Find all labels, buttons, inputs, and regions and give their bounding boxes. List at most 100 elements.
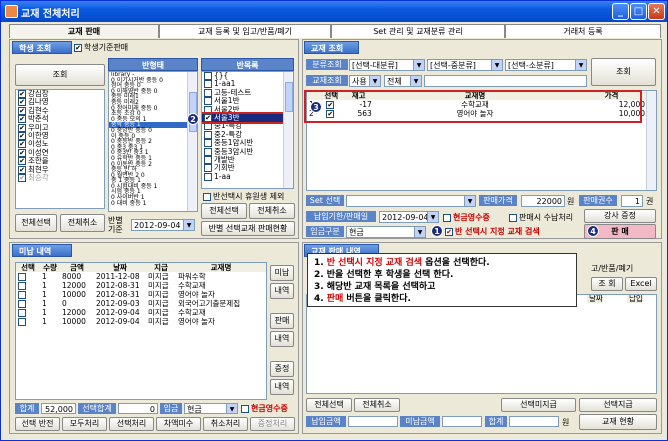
student-all-select-button[interactable]: 전체선택 [15, 214, 57, 232]
unpaid-checkbox[interactable] [18, 309, 26, 317]
class-checkbox[interactable]: ✔ [204, 113, 212, 122]
student-checkbox[interactable]: ✔ [18, 157, 26, 166]
class-checkbox[interactable] [204, 164, 212, 173]
student-base-checkbox[interactable]: ✔ [74, 43, 82, 52]
student-checkbox[interactable]: ✔ [18, 123, 26, 132]
lecturer-gift-button[interactable]: 강사 증정 [584, 209, 656, 223]
student-all-cancel-button[interactable]: 전체취소 [60, 214, 105, 232]
rest-exclude-option[interactable]: 반선택시 휴원생 제외 [203, 191, 284, 202]
tab-material-register[interactable]: 교재 등록 및 입고/반품/폐기 [159, 24, 331, 38]
auto-material-option[interactable]: ✔ 반 선택시 지정 교재 검색 [445, 226, 540, 237]
side-history-button[interactable]: 증정 [270, 361, 294, 377]
cash-receipt-option[interactable]: 현금영수증 [443, 212, 490, 223]
class-checkbox[interactable] [204, 88, 212, 97]
set-select[interactable]: ▼ [346, 195, 476, 207]
side-history-button[interactable]: 판매 [270, 313, 294, 329]
material-scrollbar[interactable] [646, 91, 656, 190]
select-cell[interactable] [16, 281, 40, 290]
unpaid-checkbox[interactable] [18, 318, 26, 326]
unpaid-row[interactable]: 1 12000 2012-09-04 미지급 수학교재 [16, 308, 266, 317]
selected-unpaid-button[interactable]: 선택미지급 [501, 398, 576, 412]
close-button[interactable]: ✕ [648, 3, 665, 20]
unpaid-action-button[interactable]: 취소처리 [203, 417, 248, 431]
student-checkbox[interactable]: ✔ [18, 98, 26, 107]
class-checkbox[interactable] [204, 105, 212, 114]
excel-button[interactable]: Excel [625, 277, 657, 291]
student-search-button[interactable]: 조회 [15, 64, 105, 86]
material-search-button[interactable]: 조회 [591, 58, 656, 86]
student-checkbox[interactable]: ✔ [18, 106, 26, 115]
selected-pay-button[interactable]: 선택지급 [579, 398, 657, 412]
unpaid-action-button[interactable]: 모두처리 [62, 417, 107, 431]
class-form-scrollbar[interactable] [187, 72, 197, 211]
unpaid-checkbox[interactable] [18, 282, 26, 290]
class-list-item[interactable]: 1-aa [202, 172, 293, 181]
class-checkbox[interactable] [204, 97, 212, 106]
student-checkbox[interactable]: ✔ [18, 131, 26, 140]
pay-type-select[interactable]: 현금 ▼ [346, 226, 426, 238]
history-all-cancel-button[interactable]: 전체취소 [354, 398, 400, 412]
maximize-button[interactable]: □ [630, 3, 647, 20]
category-small-select[interactable]: [선택-소분류] ▼ [505, 59, 587, 71]
scope-select[interactable]: 전체 ▼ [384, 75, 422, 87]
unpaid-action-button[interactable]: 증정처리 [250, 417, 295, 431]
class-checkbox[interactable] [204, 139, 212, 148]
class-form-item[interactable]: 0 대비 중등 1 [109, 200, 197, 207]
side-history-button[interactable]: 내역 [270, 379, 294, 395]
class-checkbox[interactable] [204, 155, 212, 164]
class-checkbox[interactable] [204, 80, 212, 89]
cash-receipt-checkbox[interactable] [443, 213, 451, 222]
class-checkbox[interactable] [204, 72, 212, 80]
tab-material-sale[interactable]: 교재 판매 [9, 24, 159, 38]
select-cell[interactable] [16, 308, 40, 317]
select-cell[interactable] [16, 290, 40, 299]
unpaid-cash-receipt-checkbox[interactable] [241, 404, 249, 413]
student-checkbox[interactable]: ✔ [18, 148, 26, 157]
unpaid-action-button[interactable]: 차액미수 [156, 417, 201, 431]
unpaid-cash-receipt-option[interactable]: 현금영수증 [241, 403, 288, 414]
minimize-button[interactable]: _ [612, 3, 629, 20]
unpaid-process-option[interactable]: 판매시 수납처리 [509, 212, 573, 223]
use-filter-select[interactable]: 사용 ▼ [349, 75, 381, 87]
student-date-select[interactable]: 2012-09-04 ▼ [131, 219, 195, 231]
class-sale-status-button[interactable]: 반별 선택교재 판매현황 [201, 221, 295, 236]
class-checkbox[interactable] [204, 122, 212, 131]
unpaid-action-button[interactable]: 선택처리 [109, 417, 154, 431]
unpaid-action-button[interactable]: 선택 반전 [15, 417, 60, 431]
scroll-thumb[interactable] [189, 92, 197, 132]
student-checkbox[interactable]: ✔ [18, 173, 26, 182]
unpaid-row[interactable]: 1 0 2012-09-03 미지급 외국어고기출문제집 [16, 299, 266, 308]
unpaid-row[interactable]: 1 8000 2011-12-08 미지급 파워수학 [16, 272, 266, 281]
class-list[interactable]: {}{1-aa1 고등-테스트 서울1반 서울2반 ✔ 서울3반 중1-특강 중2-특강 중등1… [201, 71, 294, 189]
tab-vendor-register[interactable]: 거래처 등록 [505, 24, 661, 38]
unpaid-row[interactable]: 1 12000 2012-08-31 미지급 수학교재 [16, 281, 266, 290]
unpaid-checkbox[interactable] [18, 291, 26, 299]
sales-history-table[interactable]: 날짜 납입 [306, 294, 657, 394]
select-cell[interactable] [16, 272, 40, 281]
class-list-scrollbar[interactable] [283, 72, 293, 188]
unpaid-row[interactable]: 1 10000 2012-08-31 미지급 영어야 놀자 [16, 290, 266, 299]
unpaid-checkbox[interactable] [18, 300, 26, 308]
class-checkbox[interactable] [204, 172, 212, 181]
unpaid-process-checkbox[interactable] [509, 213, 517, 222]
history-search-button[interactable]: 조 회 [591, 277, 623, 291]
material-status-button[interactable]: 교재 현황 [579, 414, 657, 430]
student-checkbox[interactable]: ✔ [18, 165, 26, 174]
rest-exclude-checkbox[interactable] [203, 192, 211, 201]
class-all-select-button[interactable]: 전체선택 [201, 203, 247, 219]
select-cell[interactable] [16, 299, 40, 308]
tab-set-manage[interactable]: Set 관리 및 교재분류 관리 [331, 24, 505, 38]
side-history-button[interactable]: 미납 [270, 265, 294, 281]
side-history-button[interactable]: 내역 [270, 331, 294, 347]
side-history-button[interactable]: 내역 [270, 283, 294, 299]
sale-count-input[interactable]: 1 [621, 195, 643, 207]
category-large-select[interactable]: [선택-대분류] ▼ [349, 59, 425, 71]
auto-material-checkbox[interactable]: ✔ [445, 227, 453, 236]
history-tab-label[interactable]: 고/반품/폐기 [591, 263, 633, 274]
class-all-cancel-button[interactable]: 전체취소 [249, 203, 295, 219]
category-mid-select[interactable]: [선택-중분류] ▼ [427, 59, 503, 71]
student-list[interactable]: ✔ 강심장 ✔ 김나영 ✔ 김현수 ✔ 박준석 ✔ 우미고 ✔ 이한영 ✔ 이성노 ✔ 이성연 ✔ 조한을 ✔ 최현우… [15, 89, 105, 209]
class-checkbox[interactable] [204, 147, 212, 156]
student-item[interactable]: ✔ 최승각 [16, 173, 104, 182]
class-form-list[interactable]: library -0 이기시거반 중등 0 정어 중등 00 이해영반 중등 0중… [108, 71, 198, 212]
